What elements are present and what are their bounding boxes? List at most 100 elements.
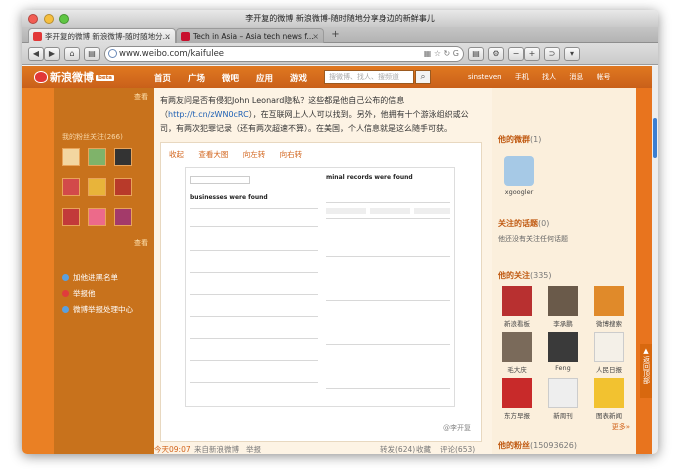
zoom-out-button[interactable]: − bbox=[508, 47, 524, 61]
follow-name-3[interactable]: 微博搜索 bbox=[590, 318, 628, 328]
window-title: 李开复的微博 新浪微博-随时随地分享身边的新鲜事儿 bbox=[245, 14, 435, 23]
doc-line bbox=[190, 294, 318, 295]
group-avatar[interactable] bbox=[504, 156, 534, 186]
nav-account[interactable]: 帐号 bbox=[597, 73, 611, 81]
zoom-in-button[interactable]: + bbox=[524, 47, 540, 61]
follow-name-8[interactable]: 新周刊 bbox=[544, 410, 582, 420]
app-icon-8[interactable] bbox=[88, 208, 106, 226]
browser-window: 李开复的微博 新浪微博-随时随地分享身边的新鲜事儿 李开复的微博 新浪微博-随时… bbox=[22, 10, 658, 454]
search-engine-icon[interactable]: G bbox=[453, 49, 459, 58]
section-count: (335) bbox=[530, 271, 552, 280]
nav-apps[interactable]: 应用 bbox=[256, 74, 273, 84]
close-window-button[interactable] bbox=[28, 14, 38, 24]
attached-document-image[interactable]: businesses were found minal records were… bbox=[185, 167, 455, 407]
rss-button[interactable]: ⊃ bbox=[544, 47, 560, 61]
grid-icon[interactable]: ▦ bbox=[424, 49, 432, 58]
section-count: (1) bbox=[530, 135, 542, 144]
post-link[interactable]: http://t.cn/zWN0cRC bbox=[168, 110, 249, 119]
scrollbar-thumb[interactable] bbox=[653, 118, 657, 158]
follow-avatar-1[interactable] bbox=[502, 286, 532, 316]
follow-avatar-4[interactable] bbox=[502, 332, 532, 362]
tools-menu-button[interactable]: ⚙ bbox=[488, 47, 504, 61]
follow-avatar-3[interactable] bbox=[594, 286, 624, 316]
follow-name-9[interactable]: 图表新闻 bbox=[590, 410, 628, 420]
left-section-title: 我的粉丝关注(266) bbox=[62, 133, 123, 141]
forward-count[interactable]: 转发(624) bbox=[380, 444, 415, 454]
follow-avatar-5[interactable] bbox=[548, 332, 578, 362]
follow-name-2[interactable]: 李承鹏 bbox=[544, 318, 582, 328]
search-button[interactable]: ⌕ bbox=[415, 70, 431, 84]
rotate-right-button[interactable]: 向右转 bbox=[280, 150, 303, 159]
post-source[interactable]: 来自新浪微博 bbox=[194, 444, 239, 454]
nav-weiba[interactable]: 微吧 bbox=[222, 74, 239, 84]
report-button[interactable]: 举报 bbox=[246, 444, 261, 454]
follows-more-link[interactable]: 更多» bbox=[612, 422, 630, 432]
add-blacklist-link[interactable]: 加他进黑名单 bbox=[62, 272, 118, 283]
doc-left-title: businesses were found bbox=[190, 194, 268, 201]
close-tab-icon[interactable]: × bbox=[164, 29, 171, 43]
weibo-favicon-icon bbox=[33, 32, 42, 41]
rotate-left-button[interactable]: 向左转 bbox=[243, 150, 266, 159]
tab-weibo[interactable]: 李开复的微博 新浪微博-随时随地分... × bbox=[28, 28, 176, 43]
back-button[interactable]: ◀ bbox=[28, 47, 44, 61]
page-menu-button[interactable]: ▤ bbox=[468, 47, 484, 61]
app-icon-9[interactable] bbox=[114, 208, 132, 226]
favorite-button[interactable]: 收藏 bbox=[416, 444, 431, 454]
view-large-button[interactable]: 查看大图 bbox=[198, 150, 228, 159]
address-bar[interactable]: www.weibo.com/kaifulee ▦ ☆ ↻ G bbox=[104, 46, 464, 62]
vertical-scrollbar[interactable] bbox=[652, 66, 658, 454]
follow-avatar-9[interactable] bbox=[594, 378, 624, 408]
back-to-top-button[interactable]: ▲ 返回顶部 bbox=[640, 344, 652, 398]
nav-find-people[interactable]: 找人 bbox=[542, 73, 556, 81]
reload-icon[interactable]: ↻ bbox=[444, 49, 451, 58]
report-center-link[interactable]: 微博举报处理中心 bbox=[62, 304, 133, 315]
section-title-text: 他的粉丝 bbox=[498, 441, 530, 450]
follow-name-6[interactable]: 人民日报 bbox=[590, 364, 628, 374]
app-icon-1[interactable] bbox=[62, 148, 80, 166]
follow-name-5[interactable]: Feng bbox=[544, 364, 582, 372]
nav-games[interactable]: 游戏 bbox=[290, 74, 307, 84]
nav-square[interactable]: 广场 bbox=[188, 74, 205, 84]
nav-username[interactable]: sinsteven bbox=[468, 73, 502, 81]
app-icon-3[interactable] bbox=[114, 148, 132, 166]
doc-line bbox=[326, 218, 450, 219]
follow-name-4[interactable]: 毛大庆 bbox=[498, 364, 536, 374]
report-link[interactable]: 举报他 bbox=[62, 288, 96, 299]
tab-techinasia[interactable]: Tech in Asia – Asia tech news f... × bbox=[176, 28, 324, 43]
follow-name-7[interactable]: 东方早报 bbox=[498, 410, 536, 420]
star-icon[interactable]: ☆ bbox=[434, 49, 441, 58]
app-icon-5[interactable] bbox=[88, 178, 106, 196]
group-name[interactable]: xgoogler bbox=[500, 188, 538, 196]
weibo-logo[interactable]: 新浪微博 beta bbox=[34, 69, 115, 85]
nav-home[interactable]: 首页 bbox=[154, 74, 171, 84]
extension-button[interactable]: ▾ bbox=[564, 47, 580, 61]
app-icon-2[interactable] bbox=[88, 148, 106, 166]
arrow-up-icon: ▲ bbox=[643, 347, 649, 355]
close-tab-icon[interactable]: × bbox=[312, 29, 319, 43]
follow-name-1[interactable]: 新浪看板 bbox=[498, 318, 536, 328]
comment-count[interactable]: 评论(653) bbox=[440, 444, 475, 454]
follow-avatar-8[interactable] bbox=[548, 378, 578, 408]
doc-line bbox=[190, 316, 318, 317]
fans-title: 他的粉丝(15093626) bbox=[498, 440, 577, 451]
search-input[interactable]: 搜微博、找人、搜频道 bbox=[324, 70, 414, 84]
left-more-link-2[interactable]: 查看 bbox=[134, 238, 148, 248]
collapse-button[interactable]: 收起 bbox=[169, 150, 184, 159]
follow-avatar-7[interactable] bbox=[502, 378, 532, 408]
minimize-window-button[interactable] bbox=[43, 14, 54, 24]
post-meta: 今天09:07 来自新浪微博 举报 转发(624) 收藏 评论(653) bbox=[154, 444, 492, 454]
app-icon-7[interactable] bbox=[62, 208, 80, 226]
bookmark-button[interactable]: ▤ bbox=[84, 47, 100, 61]
post-time[interactable]: 今天09:07 bbox=[154, 444, 191, 454]
app-icon-6[interactable] bbox=[114, 178, 132, 196]
nav-mobile[interactable]: 手机 bbox=[515, 73, 529, 81]
zoom-window-button[interactable] bbox=[59, 14, 70, 24]
follow-avatar-6[interactable] bbox=[594, 332, 624, 362]
new-tab-button[interactable]: + bbox=[328, 28, 343, 41]
home-button[interactable]: ⌂ bbox=[64, 47, 80, 61]
forward-button[interactable]: ▶ bbox=[44, 47, 60, 61]
left-more-link[interactable]: 查看 bbox=[134, 92, 148, 102]
nav-messages[interactable]: 消息 bbox=[569, 73, 583, 81]
app-icon-4[interactable] bbox=[62, 178, 80, 196]
follow-avatar-2[interactable] bbox=[548, 286, 578, 316]
